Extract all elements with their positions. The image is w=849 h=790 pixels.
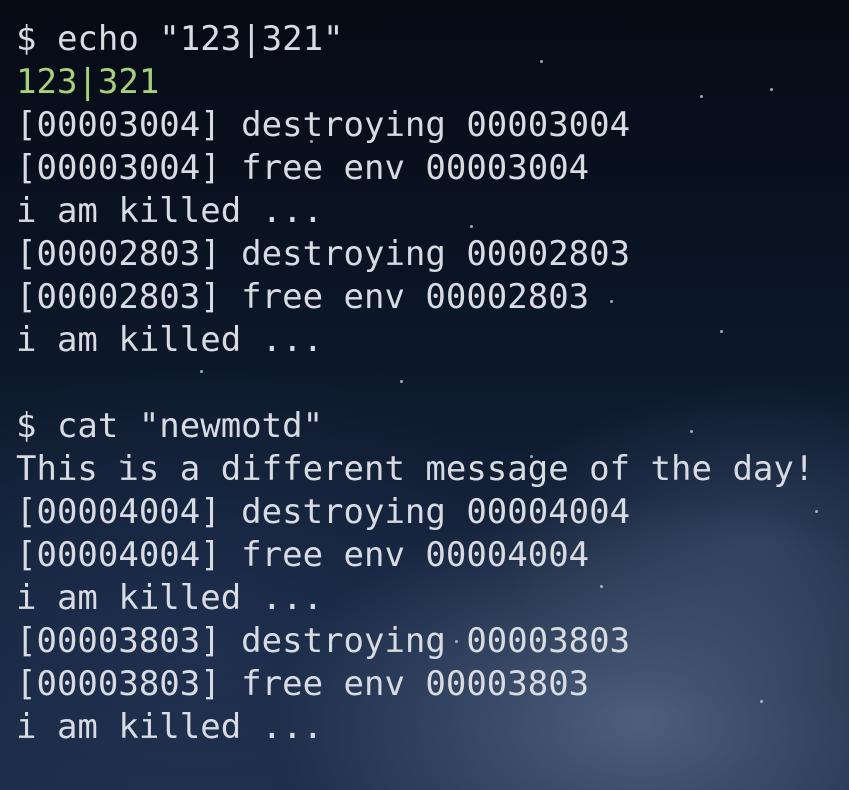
output-line: [00002803] destroying 00002803 xyxy=(16,234,631,274)
output-line: i am killed ... xyxy=(16,578,324,618)
command-line: $ echo "123|321" xyxy=(16,19,344,59)
terminal-output[interactable]: $ echo "123|321" 123|321 [00003004] destro… xyxy=(16,18,849,749)
output-line: [00003004] free env 00003004 xyxy=(16,148,590,188)
output-line: i am killed ... xyxy=(16,320,324,360)
command-line: $ cat "newmotd" xyxy=(16,406,324,446)
output-line: [00004004] destroying 00004004 xyxy=(16,492,631,532)
output-line: [00003803] destroying 00003803 xyxy=(16,621,631,661)
output-line: This is a different message of the day! xyxy=(16,449,815,489)
output-line: i am killed ... xyxy=(16,707,324,747)
output-line: [00003803] free env 00003803 xyxy=(16,664,590,704)
output-line: [00003004] destroying 00003004 xyxy=(16,105,631,145)
output-line: [00002803] free env 00002803 xyxy=(16,277,590,317)
output-line: 123|321 xyxy=(16,62,160,102)
output-line: [00004004] free env 00004004 xyxy=(16,535,590,575)
output-line: i am killed ... xyxy=(16,191,324,231)
